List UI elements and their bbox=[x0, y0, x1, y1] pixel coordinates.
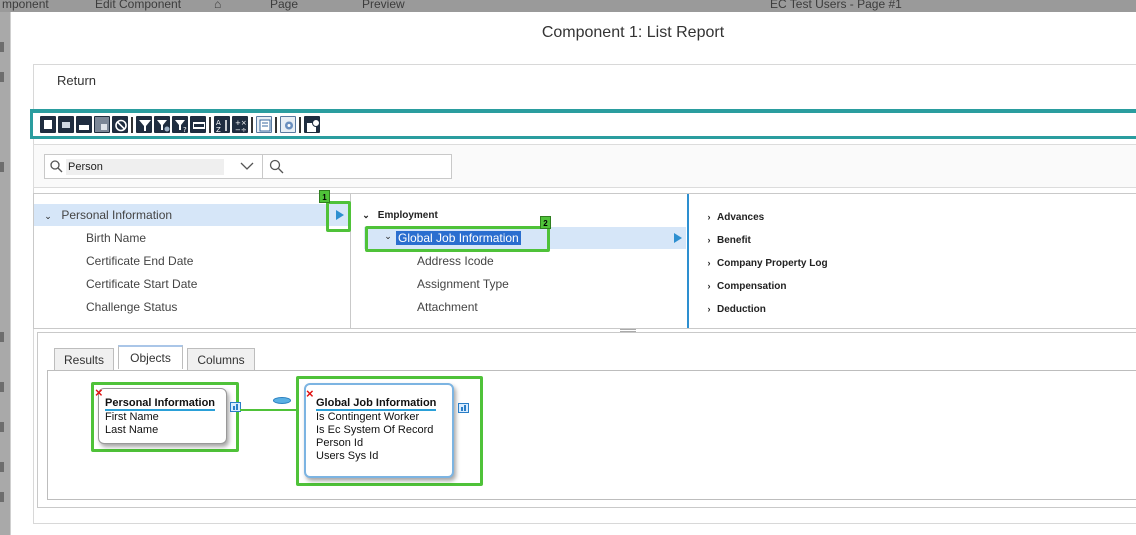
format-icon[interactable] bbox=[190, 116, 206, 133]
tree-item-deduction[interactable]: › Deduction bbox=[705, 298, 766, 320]
object-card-global-job-information[interactable]: Global Job Information Is Contingent Wor… bbox=[304, 383, 454, 478]
toolbar-separator bbox=[299, 117, 301, 133]
object-field[interactable]: Is Contingent Worker bbox=[316, 411, 452, 424]
filter-remove-icon[interactable]: ? bbox=[172, 116, 188, 133]
bg-item-page-title: EC Test Users - Page #1 bbox=[770, 0, 902, 11]
search-icon bbox=[269, 159, 284, 174]
step-badge-1: 1 bbox=[319, 190, 330, 203]
remove-object-icon[interactable]: × bbox=[95, 386, 103, 399]
object-field[interactable]: Is Ec System Of Record bbox=[316, 424, 452, 437]
toolbar-separator bbox=[209, 117, 211, 133]
tree-item-employment[interactable]: ⌄ Employment bbox=[362, 204, 438, 226]
tree-item-label: Company Property Log bbox=[717, 258, 828, 269]
expand-arrow-icon[interactable] bbox=[674, 233, 682, 243]
tree-item-label: Benefit bbox=[717, 235, 751, 246]
chevron-right-icon: › bbox=[707, 258, 711, 268]
dialog-title: Component 1: List Report bbox=[541, 24, 725, 41]
filter-edit-icon[interactable] bbox=[154, 116, 170, 133]
toolbar-separator bbox=[275, 117, 277, 133]
tab-objects[interactable]: Objects bbox=[118, 345, 183, 369]
object-field[interactable]: First Name bbox=[105, 411, 226, 424]
chevron-right-icon: › bbox=[707, 212, 711, 222]
svg-text:Z: Z bbox=[216, 126, 221, 133]
object-title: Personal Information bbox=[105, 397, 216, 411]
tree-item-certificate-end-date[interactable]: Certificate End Date bbox=[86, 250, 193, 272]
object-card-personal-information[interactable]: Personal Information First Name Last Nam… bbox=[98, 388, 227, 444]
remove-object-icon[interactable]: × bbox=[306, 387, 314, 400]
object-field[interactable]: Person Id bbox=[316, 437, 452, 450]
tree-item-challenge-status[interactable]: Challenge Status bbox=[86, 296, 177, 318]
filter-icon[interactable] bbox=[136, 116, 152, 133]
tree-item-compensation[interactable]: › Compensation bbox=[705, 275, 787, 297]
tree-item-certificate-start-date[interactable]: Certificate Start Date bbox=[86, 273, 197, 295]
tree-item-assignment-type[interactable]: Assignment Type bbox=[417, 273, 509, 295]
search-area: Person bbox=[33, 144, 1136, 188]
toolbar-separator bbox=[131, 117, 133, 133]
cancel-icon[interactable] bbox=[112, 116, 128, 133]
highlight-box-2 bbox=[365, 226, 550, 252]
object-field[interactable]: Last Name bbox=[105, 424, 226, 437]
search-input[interactable]: Person bbox=[66, 159, 224, 175]
chevron-down-icon: ⌄ bbox=[362, 210, 370, 220]
return-link[interactable]: Return bbox=[57, 73, 96, 88]
chevron-right-icon: › bbox=[707, 304, 711, 314]
bg-item-edit-component: Edit Component bbox=[95, 0, 182, 11]
tree-item-benefit[interactable]: › Benefit bbox=[705, 229, 751, 251]
bg-item-page: Page bbox=[270, 0, 299, 11]
background-app-bar: mponent Edit Component ⌂ Page Preview EC… bbox=[0, 0, 1136, 12]
column-divider bbox=[687, 194, 689, 328]
tree-item-personal-information[interactable]: ⌄ Personal Information bbox=[34, 204, 326, 226]
entity-search-combo[interactable]: Person bbox=[44, 154, 263, 179]
step-badge-2: 2 bbox=[540, 216, 551, 229]
tree-item-address-icode[interactable]: Address Icode bbox=[417, 250, 494, 272]
tree-item-label: Compensation bbox=[717, 281, 787, 292]
toolbar-separator bbox=[251, 117, 253, 133]
object-field[interactable]: Users Sys Id bbox=[316, 450, 452, 463]
chevron-right-icon: › bbox=[707, 235, 711, 245]
search-icon bbox=[50, 160, 63, 173]
report-icon[interactable] bbox=[256, 116, 272, 133]
tree-item-attachment[interactable]: Attachment bbox=[417, 296, 478, 318]
tree-item-advances[interactable]: › Advances bbox=[705, 206, 765, 228]
report-toolbar: ? AZ +× −÷ bbox=[30, 109, 1136, 139]
sort-icon[interactable]: AZ bbox=[214, 116, 230, 133]
tree-item-label: Advances bbox=[717, 212, 765, 223]
screen: mponent Edit Component ⌂ Page Preview EC… bbox=[0, 0, 1136, 535]
chevron-right-icon: › bbox=[707, 281, 711, 291]
tree-item-birth-name[interactable]: Birth Name bbox=[86, 227, 146, 249]
calculate-icon[interactable]: +× −÷ bbox=[232, 116, 248, 133]
bg-item-component: mponent bbox=[2, 0, 49, 11]
object-title: Global Job Information bbox=[316, 397, 437, 411]
tree-item-label: Employment bbox=[377, 210, 438, 221]
search-button[interactable] bbox=[263, 154, 452, 179]
tree-item-label: Deduction bbox=[717, 304, 766, 315]
tree-item-label: Personal Information bbox=[61, 208, 173, 222]
chevron-down-icon[interactable] bbox=[240, 159, 254, 173]
field-tree: ⌄ Personal Information Birth Name Certif… bbox=[33, 193, 1136, 329]
database-icon[interactable] bbox=[458, 403, 469, 413]
save-as-icon[interactable] bbox=[94, 116, 110, 133]
tree-item-company-property-log[interactable]: › Company Property Log bbox=[705, 252, 828, 274]
highlight-box-1 bbox=[326, 201, 351, 232]
tab-columns[interactable]: Columns bbox=[187, 348, 255, 370]
bg-item-preview: Preview bbox=[362, 0, 405, 11]
bg-home-icon: ⌂ bbox=[214, 0, 222, 11]
join-icon[interactable] bbox=[273, 397, 291, 404]
background-left-strip bbox=[0, 12, 10, 535]
new-icon[interactable] bbox=[40, 116, 56, 133]
settings-icon[interactable] bbox=[280, 116, 296, 133]
schedule-icon[interactable] bbox=[304, 116, 320, 133]
svg-text:?: ? bbox=[183, 126, 187, 133]
chevron-down-icon: ⌄ bbox=[44, 211, 52, 221]
save-icon[interactable] bbox=[76, 116, 92, 133]
svg-text:−÷: −÷ bbox=[235, 126, 247, 133]
open-icon[interactable] bbox=[58, 116, 74, 133]
join-connector bbox=[240, 409, 298, 411]
tab-results[interactable]: Results bbox=[54, 348, 114, 370]
